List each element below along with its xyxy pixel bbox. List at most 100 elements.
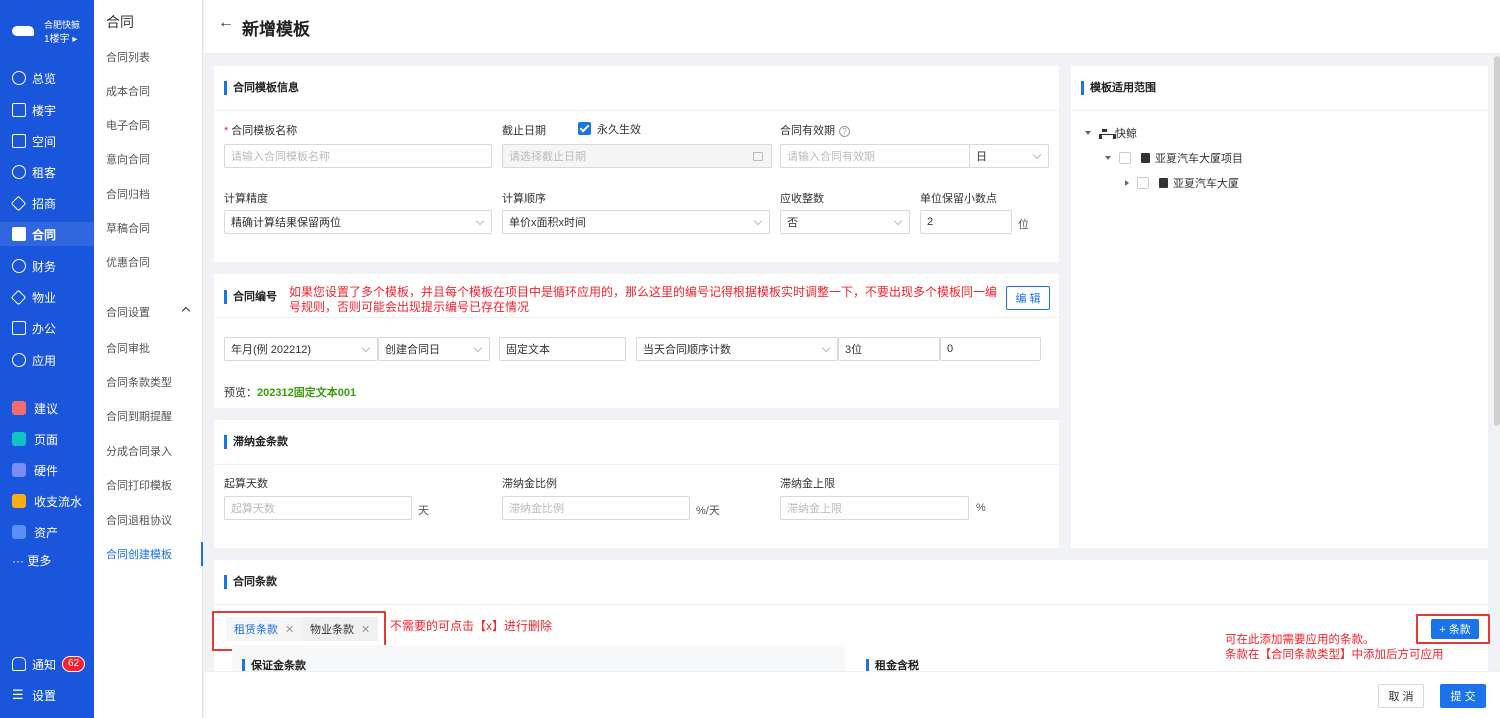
tree-checkbox[interactable] (1137, 177, 1149, 189)
nav-item-building[interactable]: 楼宇 (0, 98, 94, 122)
help-icon[interactable]: ? (839, 126, 850, 137)
nav-item-finance[interactable]: 财务 (0, 254, 94, 278)
submenu-item-print-template[interactable]: 合同打印模板 (94, 473, 203, 497)
app-item-hardware[interactable]: 硬件 (0, 458, 94, 482)
late-fee-card: 滞纳金条款 起算天数 起算天数 天 滞纳金比例 滞纳金比例 %/天 滞纳金上限 … (214, 420, 1059, 548)
validity-input[interactable]: 请输入合同有效期 (780, 144, 970, 168)
validity-unit-select[interactable]: 日 (969, 144, 1049, 168)
submenu-item-contract-list[interactable]: 合同列表 (94, 45, 203, 69)
tree-checkbox[interactable] (1119, 152, 1131, 164)
submenu-item-e-contract[interactable]: 电子合同 (94, 113, 203, 137)
number-part-date-source[interactable]: 创建合同日 (378, 337, 490, 361)
decimal-unit: 位 (1018, 219, 1029, 231)
submenu-group-settings[interactable]: 合同设置 (94, 300, 203, 324)
order-label: 计算顺序 (502, 193, 546, 205)
nav-item-more[interactable]: ··· 更多 (0, 548, 94, 572)
section-title-scope: 模板适用范围 (1081, 81, 1156, 95)
number-part-fixed-text[interactable]: 固定文本 (499, 337, 626, 361)
precision-select[interactable]: 精确计算结果保留两位 (224, 210, 492, 234)
submenu-item-surrender-agreement[interactable]: 合同退租协议 (94, 508, 203, 532)
nav-item-overview[interactable]: 总览 (0, 66, 94, 90)
submenu-item-approval[interactable]: 合同审批 (94, 336, 203, 360)
nav-item-leasing[interactable]: 招商 (0, 191, 94, 215)
precision-label: 计算精度 (224, 193, 268, 205)
building-icon (12, 103, 26, 117)
checkbox-checked-icon (578, 122, 591, 135)
caret-down-icon[interactable] (1105, 156, 1111, 160)
page-icon (12, 432, 26, 446)
nav-item-tenant[interactable]: 租客 (0, 160, 94, 184)
submenu-item-create-template[interactable]: 合同创建模板 (94, 542, 203, 566)
late-cap-unit: % (976, 502, 986, 514)
order-select[interactable]: 单价x面积x时间 (502, 210, 770, 234)
submenu-title: 合同 (106, 14, 134, 30)
submenu-item-expiry-reminder[interactable]: 合同到期提醒 (94, 404, 203, 428)
calendar-icon (753, 152, 763, 161)
number-part-start[interactable]: 0 (940, 337, 1041, 361)
caret-down-icon[interactable] (1085, 131, 1091, 135)
monitor-icon (12, 321, 26, 335)
number-part-sequence[interactable]: 当天合同顺序计数 (636, 337, 838, 361)
decimal-input[interactable]: 2 (920, 210, 1012, 234)
nav-item-settings[interactable]: ☰ 设置 (0, 683, 94, 707)
round-select[interactable]: 否 (780, 210, 910, 234)
submenu-item-clause-types[interactable]: 合同条款类型 (94, 370, 203, 394)
submenu-item-archive[interactable]: 合同归档 (94, 182, 203, 206)
org-icon (1099, 128, 1116, 139)
tree-node-root[interactable]: 快鲸 (1085, 125, 1137, 141)
submenu-item-discount[interactable]: 优惠合同 (94, 250, 203, 274)
section-title-contract-number: 合同编号 (224, 290, 277, 304)
tree-node-building[interactable]: 亚夏汽车大厦 (1125, 175, 1239, 191)
asset-icon (12, 525, 26, 539)
late-cap-input[interactable]: 滞纳金上限 (780, 496, 969, 520)
submenu-item-cost-contract[interactable]: 成本合同 (94, 79, 203, 103)
nav-item-property[interactable]: 物业 (0, 285, 94, 309)
nav-item-contract[interactable]: 合同 (0, 222, 94, 246)
add-clause-button[interactable]: + 条款 (1431, 619, 1479, 639)
add-clause-note-2: 条款在【合同条款类型】中添加后方可应用 (1225, 649, 1444, 661)
submenu-item-draft[interactable]: 草稿合同 (94, 216, 203, 240)
template-name-input[interactable]: 请输入合同模板名称 (224, 144, 492, 168)
tree-node-project[interactable]: 亚夏汽车大厦项目 (1105, 150, 1243, 166)
finance-icon (12, 259, 26, 273)
deadline-date-picker[interactable]: 请选择截止日期 (502, 144, 772, 168)
late-ratio-input[interactable]: 滞纳金比例 (502, 496, 690, 520)
caret-right-icon[interactable] (1125, 180, 1129, 186)
nav-item-apps[interactable]: 应用 (0, 348, 94, 372)
cancel-button[interactable]: 取 消 (1378, 684, 1424, 708)
app-item-asset[interactable]: 资产 (0, 520, 94, 544)
forever-checkbox[interactable]: 永久生效 (578, 121, 641, 137)
number-part-digits[interactable]: 3位 (838, 337, 940, 361)
app-item-suggest[interactable]: 建议 (0, 396, 94, 420)
back-arrow-icon[interactable]: ← (218, 14, 236, 32)
late-ratio-label: 滞纳金比例 (502, 478, 557, 490)
app-item-cashflow[interactable]: 收支流水 (0, 489, 94, 513)
brand[interactable]: 合肥快鲸 1楼宇 ▸ (0, 0, 94, 58)
submenu-item-intent-contract[interactable]: 意向合同 (94, 147, 203, 171)
nav-item-office[interactable]: 办公 (0, 316, 94, 340)
late-start-unit: 天 (418, 505, 429, 517)
app-item-page[interactable]: 页面 (0, 427, 94, 451)
template-info-card: 合同模板信息 * 合同模板名称 请输入合同模板名称 截止日期 永久生效 请选择截止… (214, 66, 1059, 262)
submit-button[interactable]: 提 交 (1440, 684, 1486, 708)
page-scrollbar[interactable] (1494, 56, 1500, 426)
late-start-input[interactable]: 起算天数 (224, 496, 412, 520)
building-switcher[interactable]: 1楼宇 ▸ (44, 30, 77, 45)
nav-item-notify[interactable]: 通知 62 (0, 652, 94, 676)
number-part-date-format[interactable]: 年月(例 202212) (224, 337, 378, 361)
contract-number-card: 合同编号 如果您设置了多个模板，并且每个模板在项目中是循环应用的，那么这里的编号… (214, 274, 1059, 408)
cube-icon (12, 134, 26, 148)
late-ratio-unit: %/天 (696, 505, 720, 517)
late-start-label: 起算天数 (224, 478, 268, 490)
submenu-item-revenue-share[interactable]: 分成合同录入 (94, 439, 203, 463)
chevron-down-icon (361, 343, 371, 353)
add-clause-note-1: 可在此添加需要应用的条款。 (1225, 634, 1375, 646)
nav-item-space[interactable]: 空间 (0, 129, 94, 153)
edit-numbering-button[interactable]: 编 辑 (1006, 286, 1050, 310)
chevron-down-icon (473, 343, 483, 353)
numbering-warning-note: 如果您设置了多个模板，并且每个模板在项目中是循环应用的，那么这里的编号记得根据模… (289, 285, 998, 314)
section-title-template-info: 合同模板信息 (224, 81, 299, 95)
chevron-down-icon (893, 216, 903, 226)
suggest-icon (12, 401, 26, 415)
dashboard-icon (12, 71, 26, 85)
